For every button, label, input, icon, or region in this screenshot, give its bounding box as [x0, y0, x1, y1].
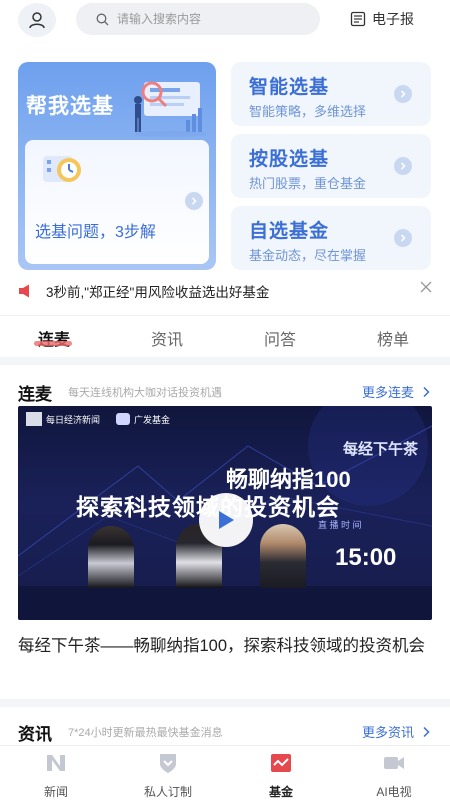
- settings-clock-icon: [43, 156, 81, 182]
- tab-ranking[interactable]: 榜单: [377, 326, 409, 350]
- chevron-right-icon: [394, 229, 412, 247]
- pick-by-stock-card[interactable]: 按股选基 热门股票，重仓基金: [231, 134, 431, 198]
- help-me-pick-title: 帮我选基: [26, 95, 114, 118]
- tab-qa[interactable]: 问答: [264, 326, 296, 350]
- watchlist-card[interactable]: 自选基金 基金动态，尽在掌握: [231, 206, 431, 270]
- video-camera-icon: [384, 757, 404, 769]
- watchlist-title: 自选基金: [249, 221, 330, 242]
- chevron-right-icon: [423, 386, 430, 397]
- video-show-name: 每经下午茶: [342, 441, 418, 458]
- bottom-nav: 新闻 私人订制 基金 AI电视: [0, 745, 450, 800]
- nav-news-label: 新闻: [43, 785, 68, 799]
- guest-portrait: [260, 524, 306, 588]
- nav-custom-label: 私人订制: [143, 785, 192, 799]
- watchlist-subtitle: 基金动态，尽在掌握: [249, 248, 367, 263]
- help-me-pick-card[interactable]: 帮我选基 选基问题，3步解: [18, 62, 216, 270]
- guest-portrait: [88, 526, 134, 588]
- nav-custom[interactable]: 私人订制: [128, 752, 208, 800]
- user-icon: [29, 12, 45, 29]
- help-me-pick-subtitle: 选基问题，3步解: [35, 224, 156, 241]
- chevron-right-icon: [185, 192, 203, 210]
- pick-by-stock-subtitle: 热门股票，重仓基金: [249, 176, 367, 191]
- play-icon: [219, 511, 234, 529]
- tab-live[interactable]: 连麦: [38, 326, 70, 350]
- play-button[interactable]: [199, 493, 253, 547]
- epaper-label: 电子报: [372, 11, 414, 27]
- divider: [0, 357, 450, 365]
- search-input[interactable]: [117, 12, 297, 26]
- ticker-message: 3秒前,"郑正经"用风险收益选出好基金: [46, 285, 270, 300]
- divider: [0, 699, 450, 707]
- brand-logo-right: [116, 413, 131, 425]
- chevron-right-icon: [394, 157, 412, 175]
- active-tab-indicator: [34, 341, 72, 346]
- brand-logo-left: [26, 412, 42, 426]
- speaker-icon: [19, 284, 29, 298]
- chevron-right-icon: [394, 85, 412, 103]
- help-me-pick-panel: 选基问题，3步解: [25, 140, 209, 264]
- video-date-label: 直 播 时 间: [318, 520, 362, 530]
- chevron-right-icon: [423, 726, 430, 737]
- brand-right-label: 广发基金: [134, 414, 171, 425]
- content-tabs: 连麦 资讯 问答 榜单: [0, 315, 450, 357]
- close-icon[interactable]: [420, 281, 432, 293]
- video-brand-row: 每日经济新闻 广发基金: [26, 412, 170, 426]
- pick-by-stock-title: 按股选基: [249, 149, 330, 170]
- more-news-link[interactable]: 更多资讯: [362, 722, 432, 741]
- search-icon: [96, 13, 109, 25]
- more-news-label: 更多资讯: [361, 725, 414, 740]
- search-bar[interactable]: [76, 3, 320, 35]
- top-bar: 电子报: [0, 0, 450, 40]
- nav-ai-tv[interactable]: AI电视: [354, 752, 434, 800]
- more-live-link[interactable]: 更多连麦: [362, 382, 432, 401]
- smart-pick-title: 智能选基: [249, 77, 330, 98]
- video-time: 15:00: [335, 544, 397, 571]
- nav-fund-label: 基金: [268, 785, 293, 799]
- newspaper-icon: [350, 11, 366, 27]
- tab-news[interactable]: 资讯: [151, 326, 183, 350]
- live-section-title: 连麦: [18, 385, 52, 404]
- more-live-label: 更多连麦: [361, 385, 414, 400]
- smart-pick-card[interactable]: 智能选基 智能策略，多维选择: [231, 62, 431, 126]
- news-section-title: 资讯: [18, 725, 52, 744]
- news-n-icon: [47, 755, 65, 771]
- live-section-desc: 每天连线机构大咖对话投资机遇: [68, 387, 222, 399]
- shield-icon: [160, 754, 176, 773]
- smart-pick-subtitle: 智能策略，多维选择: [249, 104, 367, 119]
- activity-ticker[interactable]: 3秒前,"郑正经"用风险收益选出好基金: [18, 279, 432, 303]
- avatar[interactable]: [18, 3, 56, 37]
- fund-chart-icon: [271, 754, 291, 772]
- nav-fund[interactable]: 基金: [241, 752, 321, 800]
- news-section-desc: 7*24小时更新最热最快基金消息: [68, 727, 223, 739]
- brand-left-label: 每日经济新闻: [46, 414, 101, 425]
- video-title[interactable]: 每经下午茶——畅聊纳指100，探索科技领域的投资机会: [18, 632, 432, 660]
- analysis-illustration: [134, 81, 207, 137]
- nav-ai-tv-label: AI电视: [376, 785, 412, 799]
- nav-news[interactable]: 新闻: [16, 752, 96, 800]
- video-thumbnail[interactable]: 每日经济新闻 广发基金 每经下午茶 畅聊纳指100 探索科技领域的投资机会 直 …: [18, 406, 432, 620]
- epaper-button[interactable]: 电子报: [350, 9, 414, 29]
